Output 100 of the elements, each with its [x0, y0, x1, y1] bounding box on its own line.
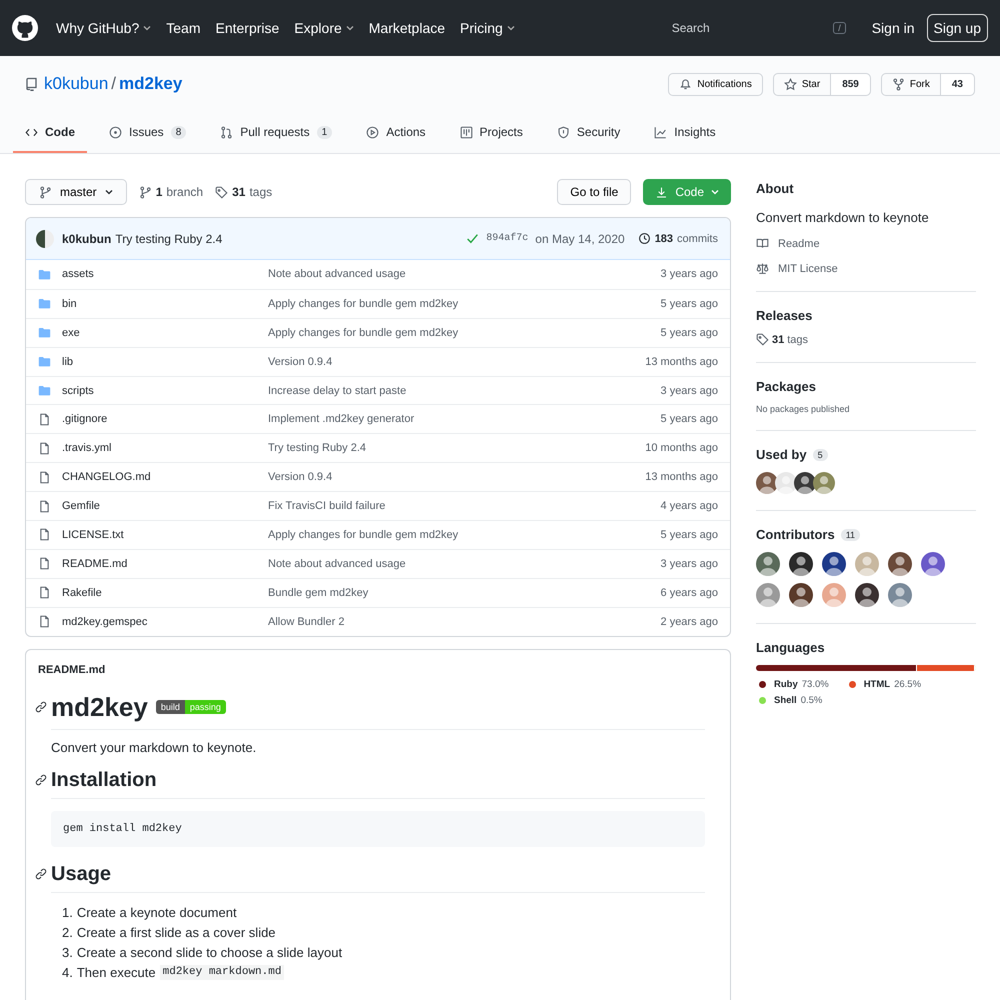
commit-message-link[interactable]: Implement .md2key generator: [268, 413, 414, 426]
file-name-link[interactable]: bin: [62, 298, 77, 310]
commit-message-link[interactable]: Note about advanced usage: [268, 268, 406, 280]
branch-icon: [138, 186, 152, 198]
repository-tab[interactable]: Insights: [642, 115, 728, 153]
list-item-text: Then execute: [76, 964, 156, 980]
commit-age: 3 years ago: [660, 268, 718, 280]
count-link[interactable]: 43: [940, 74, 974, 94]
avatar[interactable]: [756, 472, 778, 494]
file-icon: [38, 586, 51, 600]
inline-code: md2key markdown.md: [160, 964, 284, 980]
nav-link[interactable]: Why GitHub?: [56, 20, 152, 36]
repository-tab[interactable]: Security: [544, 115, 632, 153]
file-name-link[interactable]: Rakefile: [62, 586, 102, 599]
repository-description: Convert markdown to keynote: [756, 210, 930, 225]
issue-icon: [109, 126, 122, 138]
file-name-link[interactable]: LICENSE.txt: [62, 528, 124, 541]
bell-icon: [679, 78, 692, 90]
avatar[interactable]: [775, 472, 797, 494]
commit-message-link[interactable]: Apply changes for bundle gem md2key: [268, 528, 458, 541]
search-field[interactable]: Search /: [672, 14, 852, 42]
avatar[interactable]: [888, 552, 912, 576]
commit-date: on May 14, 2020: [535, 232, 625, 246]
nav-link[interactable]: Enterprise: [215, 20, 280, 36]
fork-button[interactable]: Fork: [882, 74, 940, 94]
file-icon: [38, 615, 51, 628]
file-name-link[interactable]: .travis.yml: [62, 442, 112, 454]
avatar[interactable]: [794, 472, 816, 494]
repository-name-link[interactable]: md2key: [119, 74, 182, 94]
commit-message-link[interactable]: Bundle gem md2key: [268, 586, 368, 599]
repository-tab[interactable]: Code: [13, 115, 87, 153]
commit-message-link[interactable]: Try testing Ruby 2.4: [268, 442, 366, 454]
commit-message-link[interactable]: Apply changes for bundle gem md2key: [268, 326, 458, 339]
file-name-link[interactable]: lib: [62, 356, 74, 368]
nav-link[interactable]: Team: [166, 20, 200, 36]
avatar[interactable]: [789, 583, 813, 607]
go-to-file-button[interactable]: Go to file: [557, 179, 632, 205]
sidebar-link[interactable]: Readme: [756, 237, 976, 250]
commit-author-link[interactable]: k0kubun: [62, 232, 112, 246]
nav-link[interactable]: Explore: [294, 20, 354, 36]
caret-icon: [506, 25, 515, 31]
count-badge: 5: [812, 448, 828, 460]
file-name-link[interactable]: assets: [62, 268, 94, 280]
count-link[interactable]: 859: [830, 74, 870, 94]
repository-tab[interactable]: Issues 8: [97, 115, 198, 153]
tags-link[interactable]: 31 tags: [756, 333, 976, 346]
file-name-link[interactable]: .gitignore: [62, 413, 108, 426]
path-separator: /: [111, 74, 116, 94]
commit-age: 13 months ago: [645, 356, 718, 368]
commit-age: 13 months ago: [645, 471, 718, 484]
file-name-link[interactable]: md2key.gemspec: [62, 616, 148, 628]
branches-link[interactable]: 1 branch: [138, 185, 204, 199]
repository-tab[interactable]: Pull requests 1: [208, 115, 344, 153]
sidebar-link[interactable]: MIT License: [756, 262, 976, 275]
language-link[interactable]: Shell 0.5%: [759, 695, 822, 706]
book-icon: [756, 237, 769, 250]
file-name-link[interactable]: CHANGELOG.md: [62, 471, 151, 484]
language-link[interactable]: HTML 26.5%: [848, 679, 922, 690]
commit-message-link[interactable]: Try testing Ruby 2.4: [115, 232, 222, 246]
star-button[interactable]: Star: [774, 74, 830, 94]
commit-age: 5 years ago: [660, 298, 718, 310]
commit-message-link[interactable]: Note about advanced usage: [268, 558, 406, 570]
language-link[interactable]: Ruby 73.0%: [759, 679, 829, 690]
commit-message-link[interactable]: Apply changes for bundle gem md2key: [268, 298, 458, 310]
repository-icon: [25, 77, 37, 91]
download-icon: [655, 186, 668, 198]
file-icon: [38, 412, 51, 426]
section-heading: Usage: [51, 862, 112, 886]
branch-selector[interactable]: master: [25, 179, 127, 205]
avatar[interactable]: [855, 583, 879, 607]
tag-icon: [756, 333, 769, 346]
nav-link[interactable]: Pricing: [460, 20, 515, 36]
file-name-link[interactable]: exe: [62, 326, 80, 339]
commit-message-link[interactable]: Allow Bundler 2: [268, 616, 344, 628]
sign-up-button[interactable]: Sign up: [926, 14, 988, 42]
file-name-link[interactable]: scripts: [62, 384, 94, 396]
paragraph: Convert your markdown to keynote.: [51, 740, 258, 755]
avatar[interactable]: [822, 552, 846, 576]
file-name-link[interactable]: Gemfile: [62, 500, 100, 512]
commit-hash-link[interactable]: 894af7c: [486, 233, 528, 244]
pull-request-icon: [220, 126, 234, 138]
commit-age: 5 years ago: [660, 326, 718, 339]
tags-link[interactable]: 31 tags: [215, 185, 272, 199]
code-block: gem install md2key: [51, 810, 705, 847]
sign-in-link[interactable]: Sign in: [872, 20, 915, 36]
folder-icon: [38, 297, 51, 310]
commit-message-link[interactable]: Version 0.9.4: [268, 471, 332, 484]
repository-tab[interactable]: Projects: [448, 115, 535, 153]
repository-tab[interactable]: Actions: [354, 115, 438, 153]
commit-message-link[interactable]: Version 0.9.4: [268, 356, 332, 368]
owner-link[interactable]: k0kubun: [44, 74, 108, 94]
section-title: Languages: [756, 640, 825, 655]
commits-link[interactable]: 183 commits: [638, 232, 718, 245]
nav-link[interactable]: Marketplace: [368, 20, 446, 36]
commit-message-link[interactable]: Fix TravisCI build failure: [268, 500, 386, 512]
commit-message-link[interactable]: Increase delay to start paste: [268, 384, 406, 396]
file-name-link[interactable]: README.md: [62, 558, 128, 570]
avatar[interactable]: [789, 552, 813, 576]
notifications-button[interactable]: Notifications: [669, 74, 762, 94]
folder-icon: [38, 268, 51, 281]
